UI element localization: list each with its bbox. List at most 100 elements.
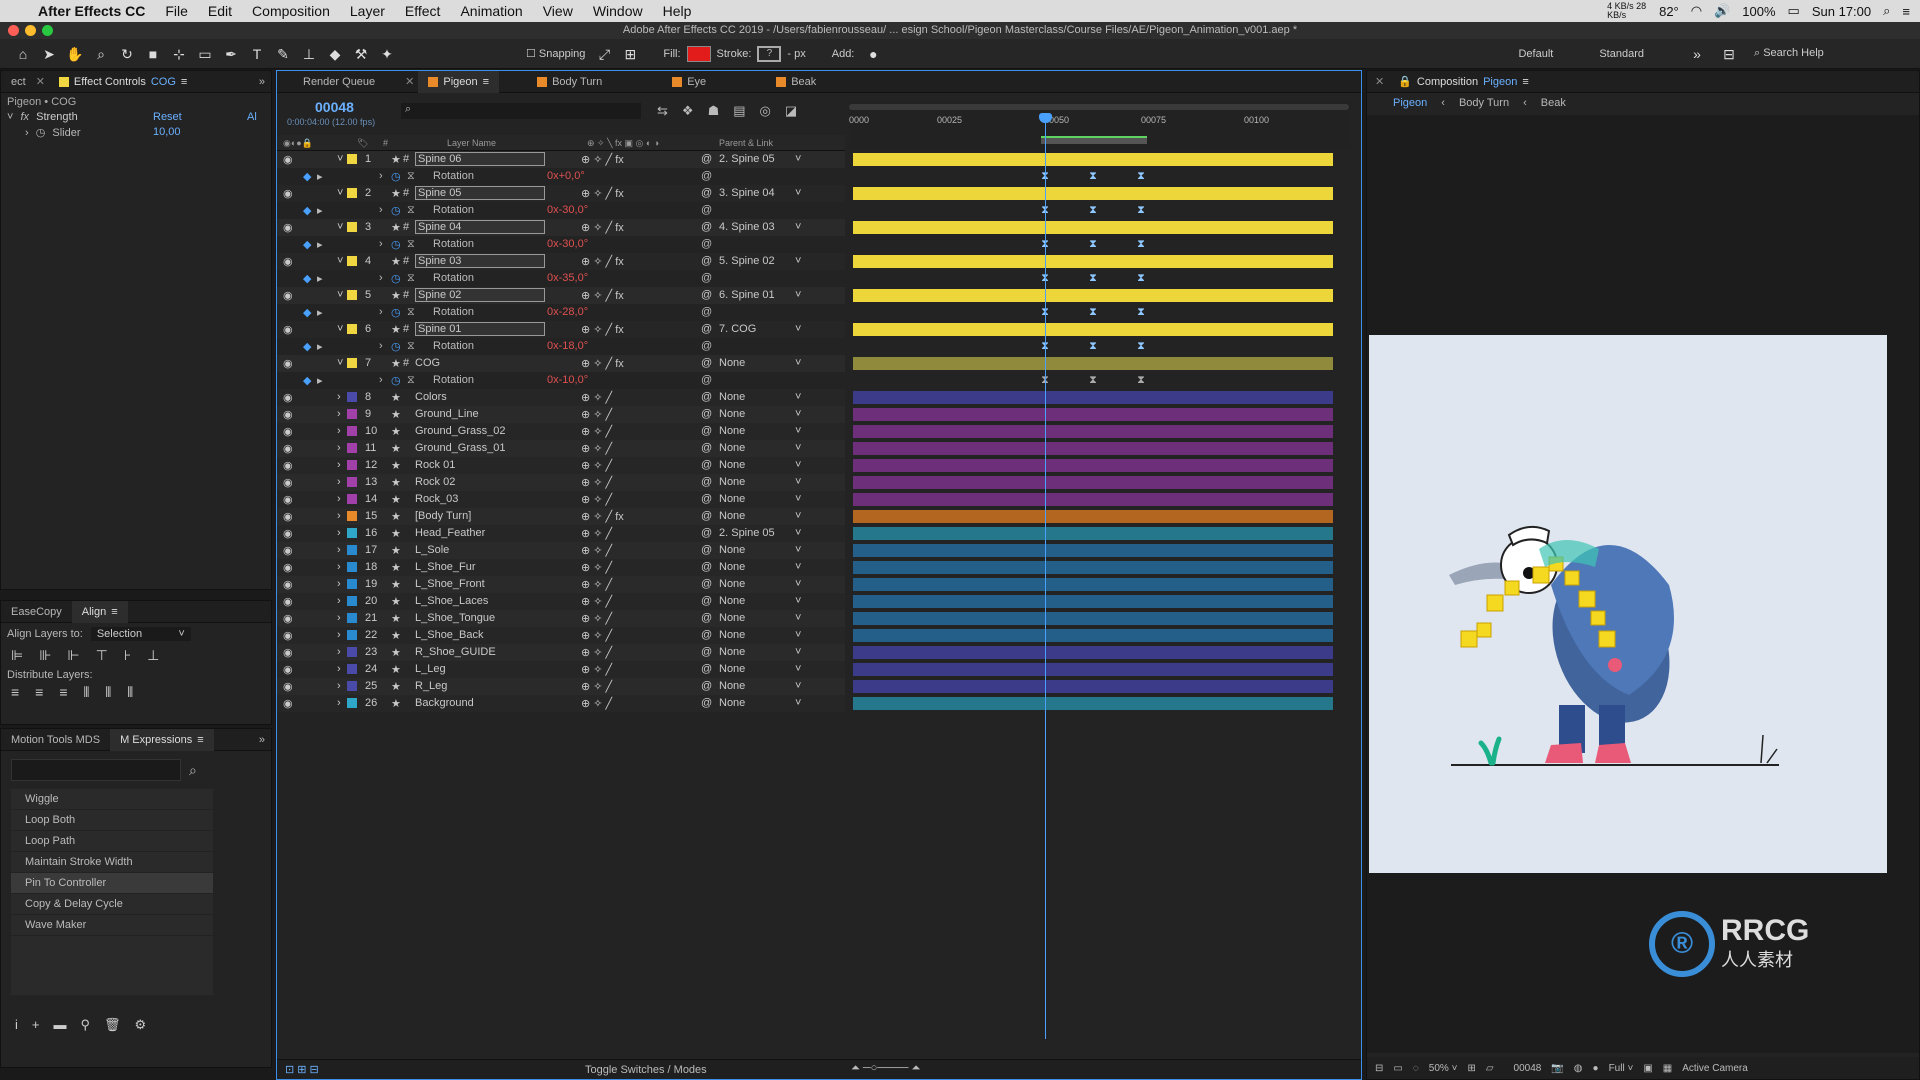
rotation-value[interactable]: 0x-10,0° — [547, 374, 588, 386]
layer-name[interactable]: R_Shoe_GUIDE — [415, 646, 496, 658]
crumb-pigeon[interactable]: Pigeon — [1393, 97, 1427, 109]
comp-viewer[interactable]: ® RRCG 人人素材 — [1367, 115, 1919, 1053]
battery-icon[interactable]: ▭ — [1788, 3, 1800, 19]
visibility-eye-icon[interactable]: ◉ — [283, 289, 293, 302]
effect-row-slider[interactable]: › ◷ Slider 10,00 — [1, 126, 271, 141]
visibility-eye-icon[interactable]: ◉ — [283, 578, 293, 591]
layer-duration-bar[interactable] — [853, 442, 1333, 455]
current-frame[interactable]: 00048 — [1514, 1063, 1542, 1074]
layer-row[interactable]: ◉ ˅ 2 ★ # Spine 05 ⊕ ✧ ╱ fx @3. Spine 04 ˅ — [277, 185, 845, 202]
pick-whip-icon[interactable]: @ — [701, 204, 712, 216]
lock-icon[interactable]: 🔒 — [1398, 75, 1412, 88]
layer-row[interactable]: ◉ › 17 ★ L_Sole ⊕ ✧ ╱ @ None ˅ — [277, 542, 845, 559]
keyframe-nav-icon[interactable]: ◆ — [303, 204, 311, 217]
expand-arrow-icon[interactable]: › — [337, 544, 341, 556]
eraser-tool-icon[interactable]: ◆ — [326, 45, 344, 63]
label-color-chip[interactable] — [347, 545, 357, 555]
layer-switches[interactable]: ⊕ ✧ ╱ — [581, 697, 612, 710]
label-color-chip[interactable] — [347, 596, 357, 606]
expand-arrow-icon[interactable]: ˅ — [337, 255, 343, 267]
pick-whip-icon[interactable]: @ — [701, 170, 712, 182]
layer-row[interactable]: ◉ ˅ 1 ★ # Spine 06 ⊕ ✧ ╱ fx @2. Spine 05 ˅ — [277, 151, 845, 168]
expand-arrow-icon[interactable]: › — [379, 204, 383, 216]
layer-name[interactable]: Ground_Grass_02 — [415, 425, 506, 437]
parent-dropdown[interactable]: 5. Spine 02 — [719, 255, 775, 267]
pen-tool-icon[interactable]: ✒ — [222, 45, 240, 63]
layer-duration-bar[interactable] — [853, 323, 1333, 336]
layer-duration-bar[interactable] — [853, 697, 1333, 710]
label-color-chip[interactable] — [347, 511, 357, 521]
menu-help[interactable]: Help — [653, 3, 702, 19]
effect-reset-link[interactable]: Reset — [153, 111, 182, 123]
align-top-icon[interactable]: ⊤ — [96, 647, 108, 664]
layer-duration-bar[interactable] — [853, 544, 1333, 557]
parent-dropdown[interactable]: None — [719, 697, 745, 709]
parent-dropdown[interactable]: None — [719, 595, 745, 607]
panel-menu-icon[interactable]: ≡ — [181, 76, 187, 88]
home-icon[interactable]: ⌂ — [14, 45, 32, 63]
layer-duration-bar[interactable] — [853, 187, 1333, 200]
panel-menu-icon[interactable]: ≡ — [483, 76, 489, 88]
parent-dropdown[interactable]: 2. Spine 05 — [719, 153, 775, 165]
tab-align[interactable]: Align ≡ — [71, 600, 128, 623]
effect-row-strength[interactable]: ˅ fx Strength Reset Al — [1, 111, 271, 126]
keyframe-icon[interactable]: ⧗ — [1089, 375, 1097, 386]
layer-switches[interactable]: ⊕ ✧ ╱ fx — [581, 221, 624, 234]
draft-3d-icon[interactable]: ❖ — [682, 103, 694, 119]
layer-row[interactable]: ◉ › 24 ★ L_Leg ⊕ ✧ ╱ @ None ˅ — [277, 661, 845, 678]
chevron-down-icon[interactable]: ˅ — [795, 255, 801, 267]
keyframe-nav-icon[interactable]: ◆ — [303, 170, 311, 183]
keyframe-next-icon[interactable]: ▸ — [317, 238, 323, 251]
label-color-chip[interactable] — [347, 681, 357, 691]
rotation-row[interactable]: ◆ ▸ › ◷ ⧖ Rotation 0x-10,0° @ — [277, 372, 845, 389]
visibility-eye-icon[interactable]: ◉ — [283, 544, 293, 557]
stopwatch-icon[interactable]: ◷ — [391, 238, 401, 251]
layer-duration-bar[interactable] — [853, 646, 1333, 659]
chevron-down-icon[interactable]: ˅ — [795, 323, 801, 335]
pick-whip-icon[interactable]: @ — [701, 408, 712, 420]
label-color-chip[interactable] — [347, 154, 357, 164]
parent-dropdown[interactable]: 2. Spine 05 — [719, 527, 775, 539]
keyframe-icon[interactable]: ⧗ — [1089, 239, 1097, 250]
layer-row[interactable]: ◉ ˅ 5 ★ # Spine 02 ⊕ ✧ ╱ fx @6. Spine 01 ˅ — [277, 287, 845, 304]
layer-duration-bar[interactable] — [853, 680, 1333, 693]
parent-dropdown[interactable]: 7. COG — [719, 323, 756, 335]
close-tab-icon[interactable]: ✕ — [1375, 75, 1384, 88]
snapshot-icon[interactable]: 📷 — [1551, 1063, 1563, 1074]
layer-row[interactable]: ◉ › 10 ★ Ground_Grass_02 ⊕ ✧ ╱ @ None ˅ — [277, 423, 845, 440]
layer-row[interactable]: ◉ › 22 ★ L_Shoe_Back ⊕ ✧ ╱ @ None ˅ — [277, 627, 845, 644]
visibility-eye-icon[interactable]: ◉ — [283, 255, 293, 268]
stopwatch-icon[interactable]: ◷ — [391, 340, 401, 353]
layer-name[interactable]: Ground_Line — [415, 408, 479, 420]
control-center-icon[interactable]: ≡ — [1902, 4, 1910, 19]
layer-switches[interactable]: ⊕ ✧ ╱ — [581, 595, 612, 608]
layer-duration-bar[interactable] — [853, 510, 1333, 523]
layer-name[interactable]: Rock 01 — [415, 459, 455, 471]
chevron-down-icon[interactable]: ˅ — [795, 476, 801, 488]
minimize-window-button[interactable] — [25, 25, 36, 36]
layer-name[interactable]: Rock 02 — [415, 476, 455, 488]
visibility-eye-icon[interactable]: ◉ — [283, 663, 293, 676]
playhead[interactable] — [1039, 113, 1052, 1039]
label-color-chip[interactable] — [347, 358, 357, 368]
visibility-eye-icon[interactable]: ◉ — [283, 459, 293, 472]
layer-row[interactable]: ◉ › 9 ★ Ground_Line ⊕ ✧ ╱ @ None ˅ — [277, 406, 845, 423]
pick-whip-icon[interactable]: @ — [701, 510, 712, 522]
rotation-value[interactable]: 0x-35,0° — [547, 272, 588, 284]
parent-dropdown[interactable]: None — [719, 442, 745, 454]
keyframe-nav-icon[interactable]: ◆ — [303, 306, 311, 319]
keyframe-icon[interactable]: ⧗ — [1137, 205, 1145, 216]
expand-arrow-icon[interactable]: › — [379, 238, 383, 250]
menu-window[interactable]: Window — [583, 3, 653, 19]
visibility-eye-icon[interactable]: ◉ — [283, 629, 293, 642]
add-icon[interactable]: + — [32, 1017, 40, 1033]
crumb-beak[interactable]: Beak — [1541, 97, 1566, 109]
align-right-icon[interactable]: ⊩ — [67, 647, 79, 664]
keyframe-icon[interactable]: ⧗ — [1089, 171, 1097, 182]
expand-arrow-icon[interactable]: ˅ — [337, 323, 343, 335]
expand-arrow-icon[interactable]: › — [379, 170, 383, 182]
chevron-down-icon[interactable]: ˅ — [795, 221, 801, 233]
rotation-row[interactable]: ◆ ▸ › ◷ ⧖ Rotation 0x-30,0° @ — [277, 236, 845, 253]
parent-dropdown[interactable]: None — [719, 459, 745, 471]
resolution-dropdown[interactable]: Full ˅ — [1609, 1063, 1634, 1074]
